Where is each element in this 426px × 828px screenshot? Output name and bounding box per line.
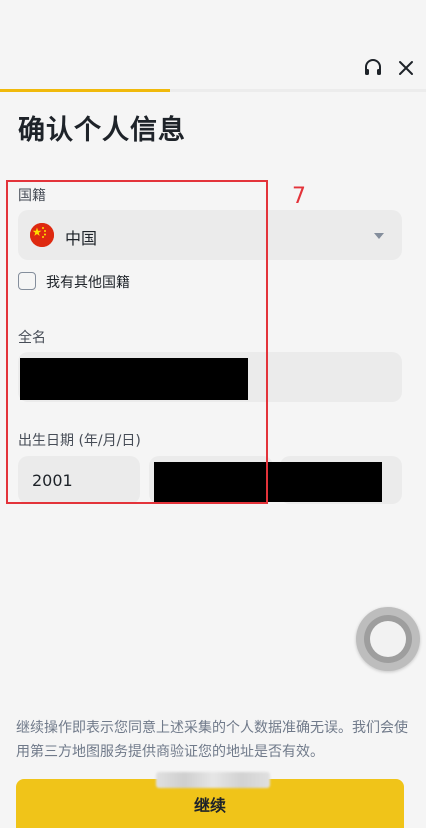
floating-assistive-button[interactable] — [356, 607, 420, 671]
annotation-number: 7 — [292, 184, 306, 209]
disclaimer-text: 继续操作即表示您同意上述采集的个人数据准确无误。我们会使用第三方地图服务提供商验… — [16, 720, 408, 760]
progress-bar — [0, 89, 426, 92]
annotation-box — [6, 180, 268, 504]
close-icon[interactable] — [394, 56, 418, 80]
blurred-overlay — [156, 772, 270, 788]
chevron-down-icon — [374, 233, 384, 239]
floating-button-center — [370, 621, 406, 657]
page-title: 确认个人信息 — [18, 115, 186, 146]
progress-fill — [0, 89, 171, 92]
top-bar — [0, 56, 426, 92]
headset-icon[interactable] — [361, 56, 385, 80]
